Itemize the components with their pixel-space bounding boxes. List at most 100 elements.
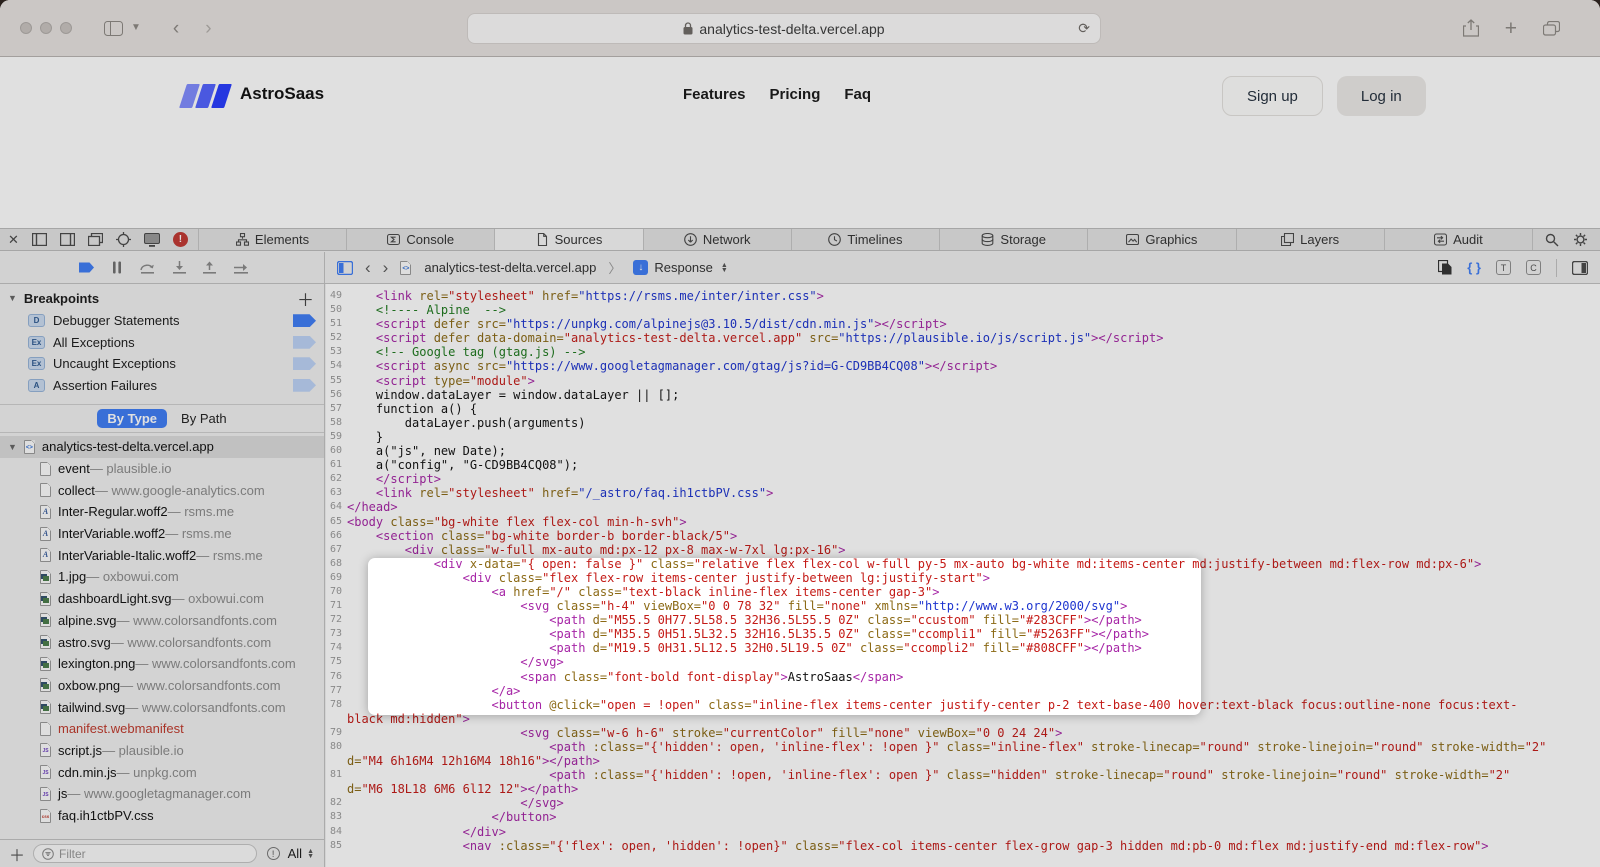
tab-graphics[interactable]: Graphics (1087, 229, 1235, 250)
line-number[interactable] (326, 754, 344, 768)
line-number[interactable]: 61 (326, 458, 344, 472)
tree-item-script-js[interactable]: JSscript.js — plausible.io (0, 740, 324, 762)
breakpoints-enable-icon[interactable] (78, 261, 95, 274)
disclosure-triangle-icon[interactable]: ▼ (8, 293, 17, 303)
address-bar[interactable]: analytics-test-delta.vercel.app ⟳ (467, 13, 1101, 44)
line-number[interactable]: 81 (326, 768, 344, 782)
line-number[interactable]: 66 (326, 529, 344, 543)
history-back-icon[interactable]: ‹ (365, 259, 371, 276)
sidebar-toggle-icon[interactable] (104, 21, 123, 36)
by-path-tab[interactable]: By Path (181, 411, 227, 426)
errors-filter-icon[interactable]: ! (267, 847, 280, 860)
line-number[interactable]: 68 (326, 557, 344, 571)
pause-icon[interactable] (112, 261, 122, 274)
line-number[interactable]: 54 (326, 359, 344, 373)
search-icon[interactable] (1545, 233, 1559, 247)
traffic-light-close[interactable] (20, 22, 32, 34)
tree-item-alpine-svg[interactable]: alpine.svg — www.colorsandfonts.com (0, 610, 324, 632)
tree-item-cdn-min-js[interactable]: JScdn.min.js — unpkg.com (0, 761, 324, 783)
device-icon[interactable] (144, 233, 160, 247)
line-number[interactable]: 52 (326, 331, 344, 345)
step-into-icon[interactable] (173, 261, 186, 274)
breakpoint-debugger-statements[interactable]: DDebugger Statements (0, 310, 324, 332)
traffic-light-zoom[interactable] (60, 22, 72, 34)
tree-item-inter-regular-woff2[interactable]: AInter-Regular.woff2 — rsms.me (0, 501, 324, 523)
nav-link-features[interactable]: Features (683, 86, 746, 103)
line-number[interactable]: 69 (326, 571, 344, 585)
line-number[interactable]: 51 (326, 317, 344, 331)
breakpoints-header[interactable]: ▼ Breakpoints ＋ (0, 284, 324, 310)
by-type-tab[interactable]: By Type (97, 409, 167, 428)
tab-network[interactable]: Network (643, 229, 791, 250)
login-button[interactable]: Log in (1337, 76, 1426, 116)
breadcrumb-resource[interactable]: ↓ Response ▲▼ (633, 260, 727, 275)
element-picker-icon[interactable] (116, 232, 131, 247)
breakpoint-assertion-failures[interactable]: AAssertion Failures (0, 375, 324, 397)
line-number[interactable]: 84 (326, 825, 344, 839)
line-number[interactable]: 72 (326, 613, 344, 627)
astrosaas-logo-icon[interactable] (183, 84, 228, 108)
line-number[interactable]: 80 (326, 740, 344, 754)
line-number[interactable] (326, 782, 344, 796)
undock-icon[interactable] (88, 233, 103, 246)
new-tab-icon[interactable]: + (1505, 18, 1517, 39)
tab-audit[interactable]: Audit (1384, 229, 1532, 250)
history-forward-icon[interactable]: › (383, 259, 389, 276)
tree-item-intervariable-woff2[interactable]: AInterVariable.woff2 — rsms.me (0, 523, 324, 545)
line-number[interactable]: 57 (326, 402, 344, 416)
breakpoint-toggle-icon[interactable] (293, 357, 316, 370)
line-number[interactable]: 67 (326, 543, 344, 557)
tree-item-faq-ih1ctbpv-css[interactable]: cssfaq.ih1ctbPV.css (0, 805, 324, 827)
step-out-icon[interactable] (203, 261, 216, 274)
line-number[interactable]: 75 (326, 655, 344, 669)
details-sidebar-icon[interactable] (1572, 261, 1588, 275)
code-coverage-icon[interactable]: C (1526, 260, 1541, 275)
line-number[interactable]: 59 (326, 430, 344, 444)
breakpoint-toggle-icon[interactable] (293, 336, 316, 349)
brand-name[interactable]: AstroSaas (240, 84, 324, 104)
tree-item-oxbow-png[interactable]: oxbow.png — www.colorsandfonts.com (0, 675, 324, 697)
signup-button[interactable]: Sign up (1222, 76, 1323, 116)
tree-item-js[interactable]: JSjs — www.googletagmanager.com (0, 783, 324, 805)
line-number[interactable]: 62 (326, 472, 344, 486)
line-number[interactable]: 60 (326, 444, 344, 458)
breakpoint-all-exceptions[interactable]: ExAll Exceptions (0, 332, 324, 354)
dock-side-icon[interactable] (32, 233, 47, 246)
tree-item-tailwind-svg[interactable]: tailwind.svg — www.colorsandfonts.com (0, 696, 324, 718)
tree-item-manifest-webmanifest[interactable]: manifest.webmanifest (0, 718, 324, 740)
breadcrumb-site[interactable]: <> analytics-test-delta.vercel.app (400, 260, 596, 275)
scope-select[interactable]: All ▲▼ (288, 846, 314, 861)
tree-item-1-jpg[interactable]: 1.jpg — oxbowui.com (0, 566, 324, 588)
pretty-print-icon[interactable]: { } (1467, 260, 1481, 275)
add-breakpoint-icon[interactable]: ＋ (297, 286, 314, 311)
back-button[interactable]: ‹ (173, 19, 179, 38)
type-profiler-icon[interactable]: T (1496, 260, 1511, 275)
tree-item-collect[interactable]: collect — www.google-analytics.com (0, 479, 324, 501)
add-resource-icon[interactable]: ＋ (9, 842, 25, 866)
source-code-editor[interactable]: 49 <link rel="stylesheet" href="https://… (326, 284, 1600, 867)
gear-icon[interactable] (1573, 232, 1588, 247)
line-number[interactable]: 55 (326, 374, 344, 388)
breakpoint-toggle-icon[interactable] (293, 379, 316, 392)
navigation-sidebar-icon[interactable] (337, 261, 353, 275)
line-number[interactable]: 50 (326, 303, 344, 317)
breakpoint-toggle-icon[interactable] (293, 314, 316, 327)
disclosure-triangle-icon[interactable]: ▼ (8, 442, 17, 452)
nav-link-pricing[interactable]: Pricing (770, 86, 821, 103)
tab-timelines[interactable]: Timelines (791, 229, 939, 250)
breakpoint-uncaught-exceptions[interactable]: ExUncaught Exceptions (0, 353, 324, 375)
line-number[interactable]: 70 (326, 585, 344, 599)
line-number[interactable]: 79 (326, 726, 344, 740)
line-number[interactable]: 63 (326, 486, 344, 500)
tab-layers[interactable]: Layers (1236, 229, 1384, 250)
error-badge[interactable]: ! (173, 232, 188, 247)
line-number[interactable]: 85 (326, 839, 344, 853)
tab-console[interactable]: Console (346, 229, 494, 250)
line-number[interactable] (326, 712, 344, 726)
line-number[interactable]: 77 (326, 684, 344, 698)
tree-item-intervariable-italic-woff2[interactable]: AInterVariable-Italic.woff2 — rsms.me (0, 544, 324, 566)
line-number[interactable]: 65 (326, 515, 344, 529)
tree-item-root[interactable]: ▼<>analytics-test-delta.vercel.app (0, 436, 324, 458)
tree-item-astro-svg[interactable]: astro.svg — www.colorsandfonts.com (0, 631, 324, 653)
line-number[interactable]: 83 (326, 810, 344, 824)
